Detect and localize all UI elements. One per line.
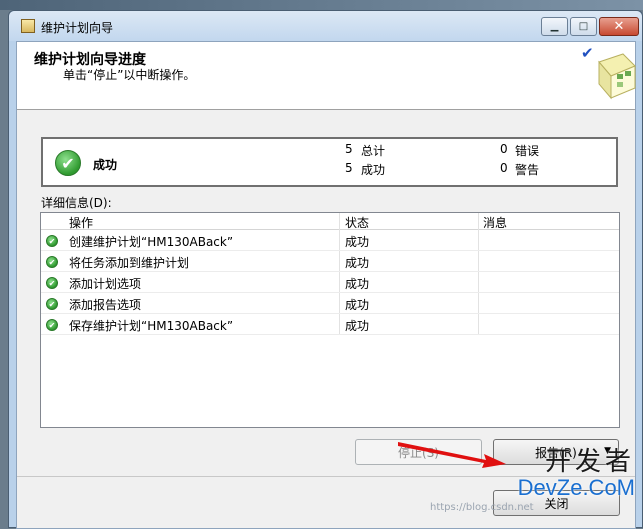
watermark-url: https://blog.csdn.net [430,502,534,513]
table-row[interactable]: ✔ 添加报告选项 成功 [41,293,619,314]
maximize-button[interactable]: □ [570,17,597,36]
success-icon: ✔ [46,256,58,268]
row-status: 成功 [345,319,370,333]
report-button-label: 报告(R) [535,445,577,460]
error-label: 错误 [515,144,540,158]
details-label: 详细信息(D): [41,196,112,210]
close-window-button[interactable]: ✕ [599,17,639,36]
row-status: 成功 [345,256,370,270]
wizard-decoration-icon [598,53,636,100]
checkmark-icon: ✔ [581,44,594,62]
row-operation: 保存维护计划“HM130ABack” [69,319,234,333]
app-icon [21,19,35,33]
row-status: 成功 [345,235,370,249]
table-row[interactable]: ✔ 创建维护计划“HM130ABack” 成功 [41,230,619,251]
success-icon: ✔ [46,319,58,331]
success-icon: ✔ [46,277,58,289]
column-header-status[interactable]: 状态 [345,214,369,231]
column-header-message[interactable]: 消息 [483,214,507,231]
success-icon: ✔ [46,235,58,247]
wizard-header: 维护计划向导进度 单击“停止”以中断操作。 ✔ [17,42,636,110]
window-title: 维护计划向导 [41,21,114,35]
table-row[interactable]: ✔ 将任务添加到维护计划 成功 [41,251,619,272]
total-count: 5 [345,142,353,156]
error-count: 0 [500,142,508,156]
page-subtitle: 单击“停止”以中断操作。 [63,68,196,82]
chevron-down-icon[interactable]: ▼ [604,446,611,456]
row-status: 成功 [345,277,370,291]
minimize-button[interactable]: ▁ [541,17,568,36]
row-operation: 添加报告选项 [69,298,142,312]
title-bar[interactable]: 维护计划向导 ▁ □ ✕ [9,11,642,41]
success-count: 5 [345,161,353,175]
report-button[interactable]: 报告(R) ▼ [493,439,619,465]
row-operation: 将任务添加到维护计划 [69,256,190,270]
row-operation: 添加计划选项 [69,277,142,291]
wizard-window: 维护计划向导 ▁ □ ✕ 维护计划向导进度 单击“停止”以中断操作。 ✔ ✔ 成… [8,10,643,529]
table-row[interactable]: ✔ 添加计划选项 成功 [41,272,619,293]
warning-count: 0 [500,161,508,175]
red-arrow-annotation-icon [398,442,506,468]
success-icon: ✔ [55,150,81,176]
row-operation: 创建维护计划“HM130ABack” [69,235,234,249]
success-label: 成功 [361,163,386,177]
wizard-body: 维护计划向导进度 单击“停止”以中断操作。 ✔ ✔ 成功 5 总计 5 成功 0… [16,41,636,529]
column-header-operation[interactable]: 操作 [69,214,93,231]
desktop-background [0,0,643,10]
details-table[interactable]: 操作 状态 消息 ✔ 创建维护计划“HM130ABack” 成功 ✔ 将任务添加… [40,212,620,428]
summary-panel: ✔ 成功 5 总计 5 成功 0 错误 0 警告 [41,137,618,187]
row-status: 成功 [345,298,370,312]
table-header: 操作 状态 消息 [41,213,619,230]
total-label: 总计 [361,144,386,158]
success-icon: ✔ [46,298,58,310]
summary-status: 成功 [93,158,118,172]
warning-label: 警告 [515,163,540,177]
table-row[interactable]: ✔ 保存维护计划“HM130ABack” 成功 [41,314,619,335]
footer-divider [17,476,635,477]
